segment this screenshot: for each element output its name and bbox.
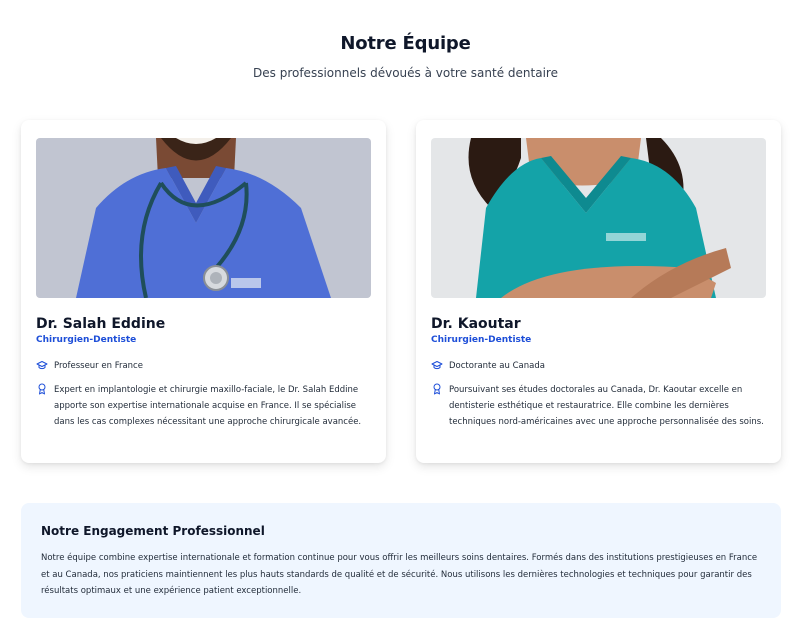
doctor-photo <box>36 138 371 298</box>
graduation-cap-icon <box>36 361 48 370</box>
commitment-section: Notre Engagement Professionnel Notre équ… <box>21 503 781 618</box>
doctor-name: Dr. Salah Eddine <box>36 316 166 332</box>
commitment-text: Notre équipe combine expertise internati… <box>41 553 758 596</box>
graduation-cap-icon <box>431 361 443 370</box>
doctor-name: Dr. Kaoutar <box>431 316 521 332</box>
doctor-role: Chirurgien-Dentiste <box>36 335 137 345</box>
description-row: Expert en implantologie et chirurgie max… <box>36 382 371 430</box>
education-text: Professeur en France <box>54 361 143 371</box>
description-text: Poursuivant ses études doctorales au Can… <box>449 385 764 427</box>
award-icon <box>433 383 441 395</box>
section-subtitle: Des professionnels dévoués à votre santé… <box>253 66 558 80</box>
team-card-salah-eddine: Dr. Salah Eddine Chirurgien-Dentiste Pro… <box>21 120 386 463</box>
education-text: Doctorante au Canada <box>449 361 545 371</box>
description-row: Poursuivant ses études doctorales au Can… <box>431 382 766 430</box>
doctor-role: Chirurgien-Dentiste <box>431 335 532 345</box>
section-title: Notre Équipe <box>340 33 471 54</box>
education-row: Professeur en France <box>36 358 143 374</box>
commitment-title: Notre Engagement Professionnel <box>41 524 265 538</box>
doctor-photo <box>431 138 766 298</box>
team-card-kaoutar: Dr. Kaoutar Chirurgien-Dentiste Doctoran… <box>416 120 781 463</box>
award-icon <box>38 383 46 395</box>
description-text: Expert en implantologie et chirurgie max… <box>54 385 362 427</box>
education-row: Doctorante au Canada <box>431 358 545 374</box>
